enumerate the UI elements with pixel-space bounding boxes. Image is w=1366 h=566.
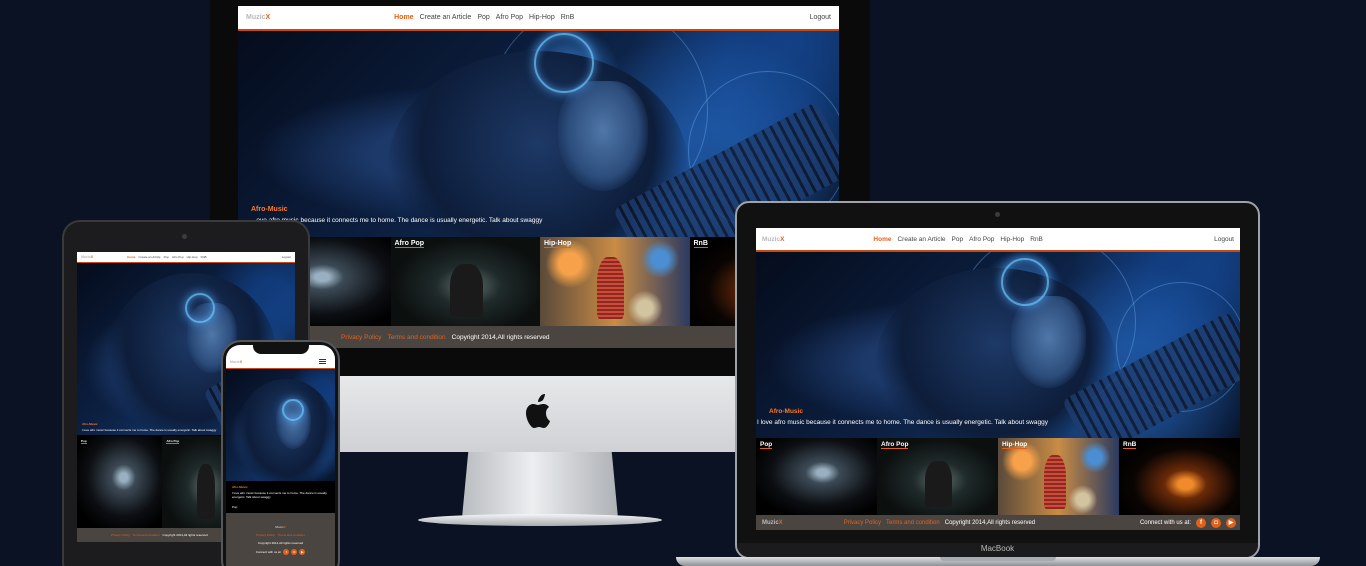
macbook-screen: MuzicX Home Create an Article Pop Afro P… [756, 228, 1240, 530]
nav-menu: Home Create an Article Pop Afro Pop Hip-… [873, 236, 1043, 243]
social-row: Connect with us at: f ◘ ▶ [255, 548, 306, 555]
footer-links: Privacy Policy Terms and condition [256, 533, 305, 537]
tile-label: Afro Pop [394, 240, 425, 248]
logout-link[interactable]: Logout [282, 255, 291, 259]
hero-text: I love afro music because it connects me… [757, 419, 1048, 426]
hero-caption: Afro-Music I love afro music because it … [756, 408, 1240, 426]
footer-logo: MuzicX [762, 519, 783, 526]
copyright-text: Copyright 2014,All rights reserved [944, 519, 1036, 526]
privacy-policy-link[interactable]: Privacy Policy [341, 334, 381, 341]
tile-hip-hop[interactable]: Hip-Hop [540, 237, 690, 326]
macbook-base-notch [940, 557, 1056, 561]
nav-afro-pop[interactable]: Afro Pop [969, 236, 994, 243]
copyright-text: Copyright 2014,All rights reserved [451, 333, 550, 341]
nav-pop[interactable]: Pop [164, 255, 169, 259]
hero-text: I love afro music because it connects me… [232, 491, 327, 499]
macbook-brand-label: MacBook [980, 544, 1015, 553]
nav-create-article[interactable]: Create an Article [897, 236, 945, 243]
site-navbar: MuzicX Home Create an Article Pop Afro P… [77, 252, 295, 263]
hamburger-menu-icon[interactable] [319, 359, 326, 364]
instagram-icon[interactable]: ◘ [291, 548, 298, 555]
privacy-policy-link[interactable]: Privacy Policy [111, 533, 130, 537]
tile-hip-hop[interactable]: Hip-Hop [998, 438, 1119, 515]
nav-hip-hop[interactable]: Hip-Hop [187, 255, 198, 259]
nav-menu: Home Create an Article Pop Afro Pop Hip-… [394, 14, 574, 21]
macbook-camera [995, 212, 1000, 217]
nav-home[interactable]: Home [394, 14, 413, 21]
site-footer: MuzicX Privacy Policy Terms and conditio… [226, 513, 335, 566]
nav-hip-hop[interactable]: Hip-Hop [1000, 236, 1024, 243]
site-navbar: MuzicX [226, 355, 335, 369]
hero-caption: Afro-Music I love afro music because it … [226, 485, 335, 509]
privacy-policy-link[interactable]: Privacy Policy [256, 533, 275, 537]
nav-pop[interactable]: Pop [952, 236, 964, 243]
nav-rnb[interactable]: RnB [561, 14, 575, 21]
terms-link[interactable]: Terms and condition [387, 334, 445, 341]
terms-link[interactable]: Terms and condition [278, 533, 305, 537]
nav-hip-hop[interactable]: Hip-Hop [529, 14, 555, 21]
site-logo[interactable]: MuzicX [762, 236, 784, 243]
facebook-icon[interactable]: f [1196, 517, 1206, 528]
nav-pop[interactable]: Pop [477, 14, 489, 21]
tile-label: Afro Pop [881, 441, 909, 449]
logout-link[interactable]: Logout [1214, 236, 1234, 243]
tile-afro-pop[interactable]: Afro Pop [390, 237, 540, 326]
tile-label: Hip-Hop [544, 240, 572, 248]
iphone-screen: 9:41 MuzicX Afro-Music I love afro music… [226, 345, 335, 566]
tile-label: RnB [693, 240, 708, 248]
tile-rnb[interactable]: RnB [1119, 438, 1240, 515]
nav-afro-pop[interactable]: Afro Pop [496, 14, 523, 21]
connect-label: Connect with us at: [255, 549, 282, 554]
tile-label: Pop [81, 439, 87, 444]
site-footer: MuzicX Privacy Policy Terms and conditio… [756, 515, 1240, 530]
iphone-notch [253, 344, 309, 354]
nav-menu: Home Create an Article Pop Afro Pop Hip-… [127, 255, 206, 259]
hero-banner [226, 369, 335, 481]
nav-create-article[interactable]: Create an Article [138, 255, 160, 259]
hero-title: Afro-Music [232, 485, 248, 489]
terms-link[interactable]: Terms and condition [133, 533, 160, 537]
facebook-icon[interactable]: f [283, 548, 290, 555]
nav-afro-pop[interactable]: Afro Pop [172, 255, 184, 259]
tile-label: Afro Pop [166, 439, 180, 444]
mockup-stage: MuzicX Home Create an Article Pop Afro P… [0, 0, 1366, 566]
hero-title: Afro-Music [769, 408, 803, 415]
youtube-icon[interactable]: ▶ [299, 548, 306, 555]
youtube-icon[interactable]: ▶ [1226, 517, 1236, 528]
nav-rnb[interactable]: RnB [1030, 236, 1043, 243]
instagram-icon[interactable]: ◘ [1211, 517, 1221, 528]
copyright-text: Copyright 2014,All rights reserved [257, 540, 304, 545]
privacy-policy-link[interactable]: Privacy Policy [844, 520, 881, 526]
nav-rnb[interactable]: RnB [201, 255, 207, 259]
tile-label-pop: Pop [232, 505, 238, 509]
ipad-camera [182, 234, 187, 239]
tile-afro-pop[interactable]: Afro Pop [877, 438, 998, 515]
terms-link[interactable]: Terms and condition [886, 520, 940, 526]
site-navbar: MuzicX Home Create an Article Pop Afro P… [756, 228, 1240, 252]
nav-home[interactable]: Home [873, 236, 891, 243]
site-logo[interactable]: MuzicX [246, 14, 270, 21]
copyright-text: Copyright 2014,All rights reserved [162, 533, 208, 537]
apple-logo-icon [526, 394, 550, 428]
nav-home[interactable]: Home [127, 255, 135, 259]
imac-base [418, 514, 662, 526]
tile-label: RnB [1123, 441, 1137, 449]
imac-stand [462, 452, 618, 518]
logout-link[interactable]: Logout [810, 14, 831, 21]
tile-label: Hip-Hop [1002, 441, 1028, 449]
tile-pop[interactable]: Pop [756, 438, 877, 515]
genre-tiles: Pop Afro Pop Hip-Hop RnB [756, 438, 1240, 515]
site-logo[interactable]: MuzicX [230, 360, 242, 364]
tile-pop[interactable]: Pop [77, 436, 163, 528]
footer-logo: MuzicX [275, 524, 286, 529]
connect-label: Connect with us at: [1139, 519, 1191, 526]
nav-create-article[interactable]: Create an Article [420, 14, 472, 21]
site-navbar: MuzicX Home Create an Article Pop Afro P… [238, 6, 839, 31]
hero-artwork [226, 369, 335, 481]
tile-label: Pop [760, 441, 773, 449]
site-logo[interactable]: MuzicX [81, 255, 93, 259]
